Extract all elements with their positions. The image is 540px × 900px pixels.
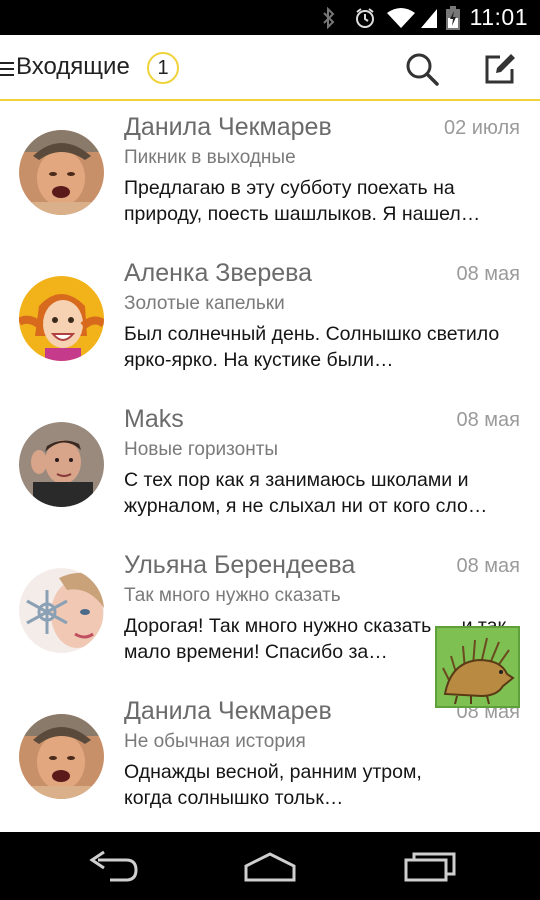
compose-button[interactable] (482, 51, 518, 87)
search-icon (406, 53, 439, 86)
message-preview: Был солнечный день. Солнышко светило ярк… (124, 323, 500, 371)
home-button[interactable] (240, 846, 300, 886)
page-title[interactable]: Входящие (16, 53, 130, 81)
sender-name: Maks (124, 405, 184, 433)
sender-name: Ульяна Берендеева (124, 551, 356, 579)
back-button[interactable] (84, 846, 144, 886)
alarm-icon (354, 7, 376, 29)
search-button[interactable] (404, 51, 440, 87)
message-subject: Пикник в выходные (124, 147, 296, 168)
avatar (19, 422, 104, 507)
status-icons: 11:01 (322, 0, 540, 35)
message-date: 08 мая (456, 555, 520, 577)
message-subject: Не обычная история (124, 731, 306, 752)
message-preview: Однажды весной, ранним утром, когда солн… (124, 761, 422, 809)
recent-apps-button[interactable] (400, 846, 460, 886)
message-preview: Предлагаю в эту субботу поехать на приро… (124, 177, 481, 225)
list-item[interactable]: Maks 08 мая Новые горизонты С тех пор ка… (0, 395, 540, 541)
sender-name: Аленка Зверева (124, 259, 313, 287)
message-subject: Так много нужно сказать (124, 585, 341, 606)
status-bar: 11:01 (0, 0, 540, 35)
recent-apps-icon (404, 852, 456, 882)
message-date: 02 июля (443, 117, 520, 139)
battery-icon (445, 5, 460, 30)
avatar (19, 714, 104, 799)
avatar (19, 130, 104, 215)
app-header: Входящие 1 (0, 35, 540, 101)
avatar (19, 568, 104, 653)
avatar (19, 276, 104, 361)
compose-icon (485, 54, 515, 84)
signal-icon (420, 7, 438, 29)
home-icon (244, 852, 296, 882)
message-date: 08 мая (456, 409, 520, 431)
message-preview: С тех пор как я занимаюсь школами и журн… (124, 469, 488, 517)
list-item[interactable]: Аленка Зверева 08 мая Золотые капельки Б… (0, 249, 540, 395)
message-date: 08 мая (456, 263, 520, 285)
message-subject: Новые горизонты (124, 439, 279, 460)
message-subject: Золотые капельки (124, 293, 285, 314)
bluetooth-icon (322, 6, 336, 29)
unread-count-badge: 1 (147, 52, 179, 84)
back-icon (89, 850, 138, 882)
wifi-icon (386, 7, 416, 29)
clock: 11:01 (469, 4, 528, 30)
list-item[interactable]: Данила Чекмарев 02 июля Пикник в выходны… (0, 103, 540, 249)
sender-name: Данила Чекмарев (124, 697, 332, 725)
attachment-thumbnail[interactable] (435, 626, 520, 708)
menu-icon[interactable] (0, 61, 14, 77)
sender-name: Данила Чекмарев (124, 113, 332, 141)
message-list: Данила Чекмарев 02 июля Пикник в выходны… (0, 103, 540, 833)
navigation-bar (0, 832, 540, 900)
